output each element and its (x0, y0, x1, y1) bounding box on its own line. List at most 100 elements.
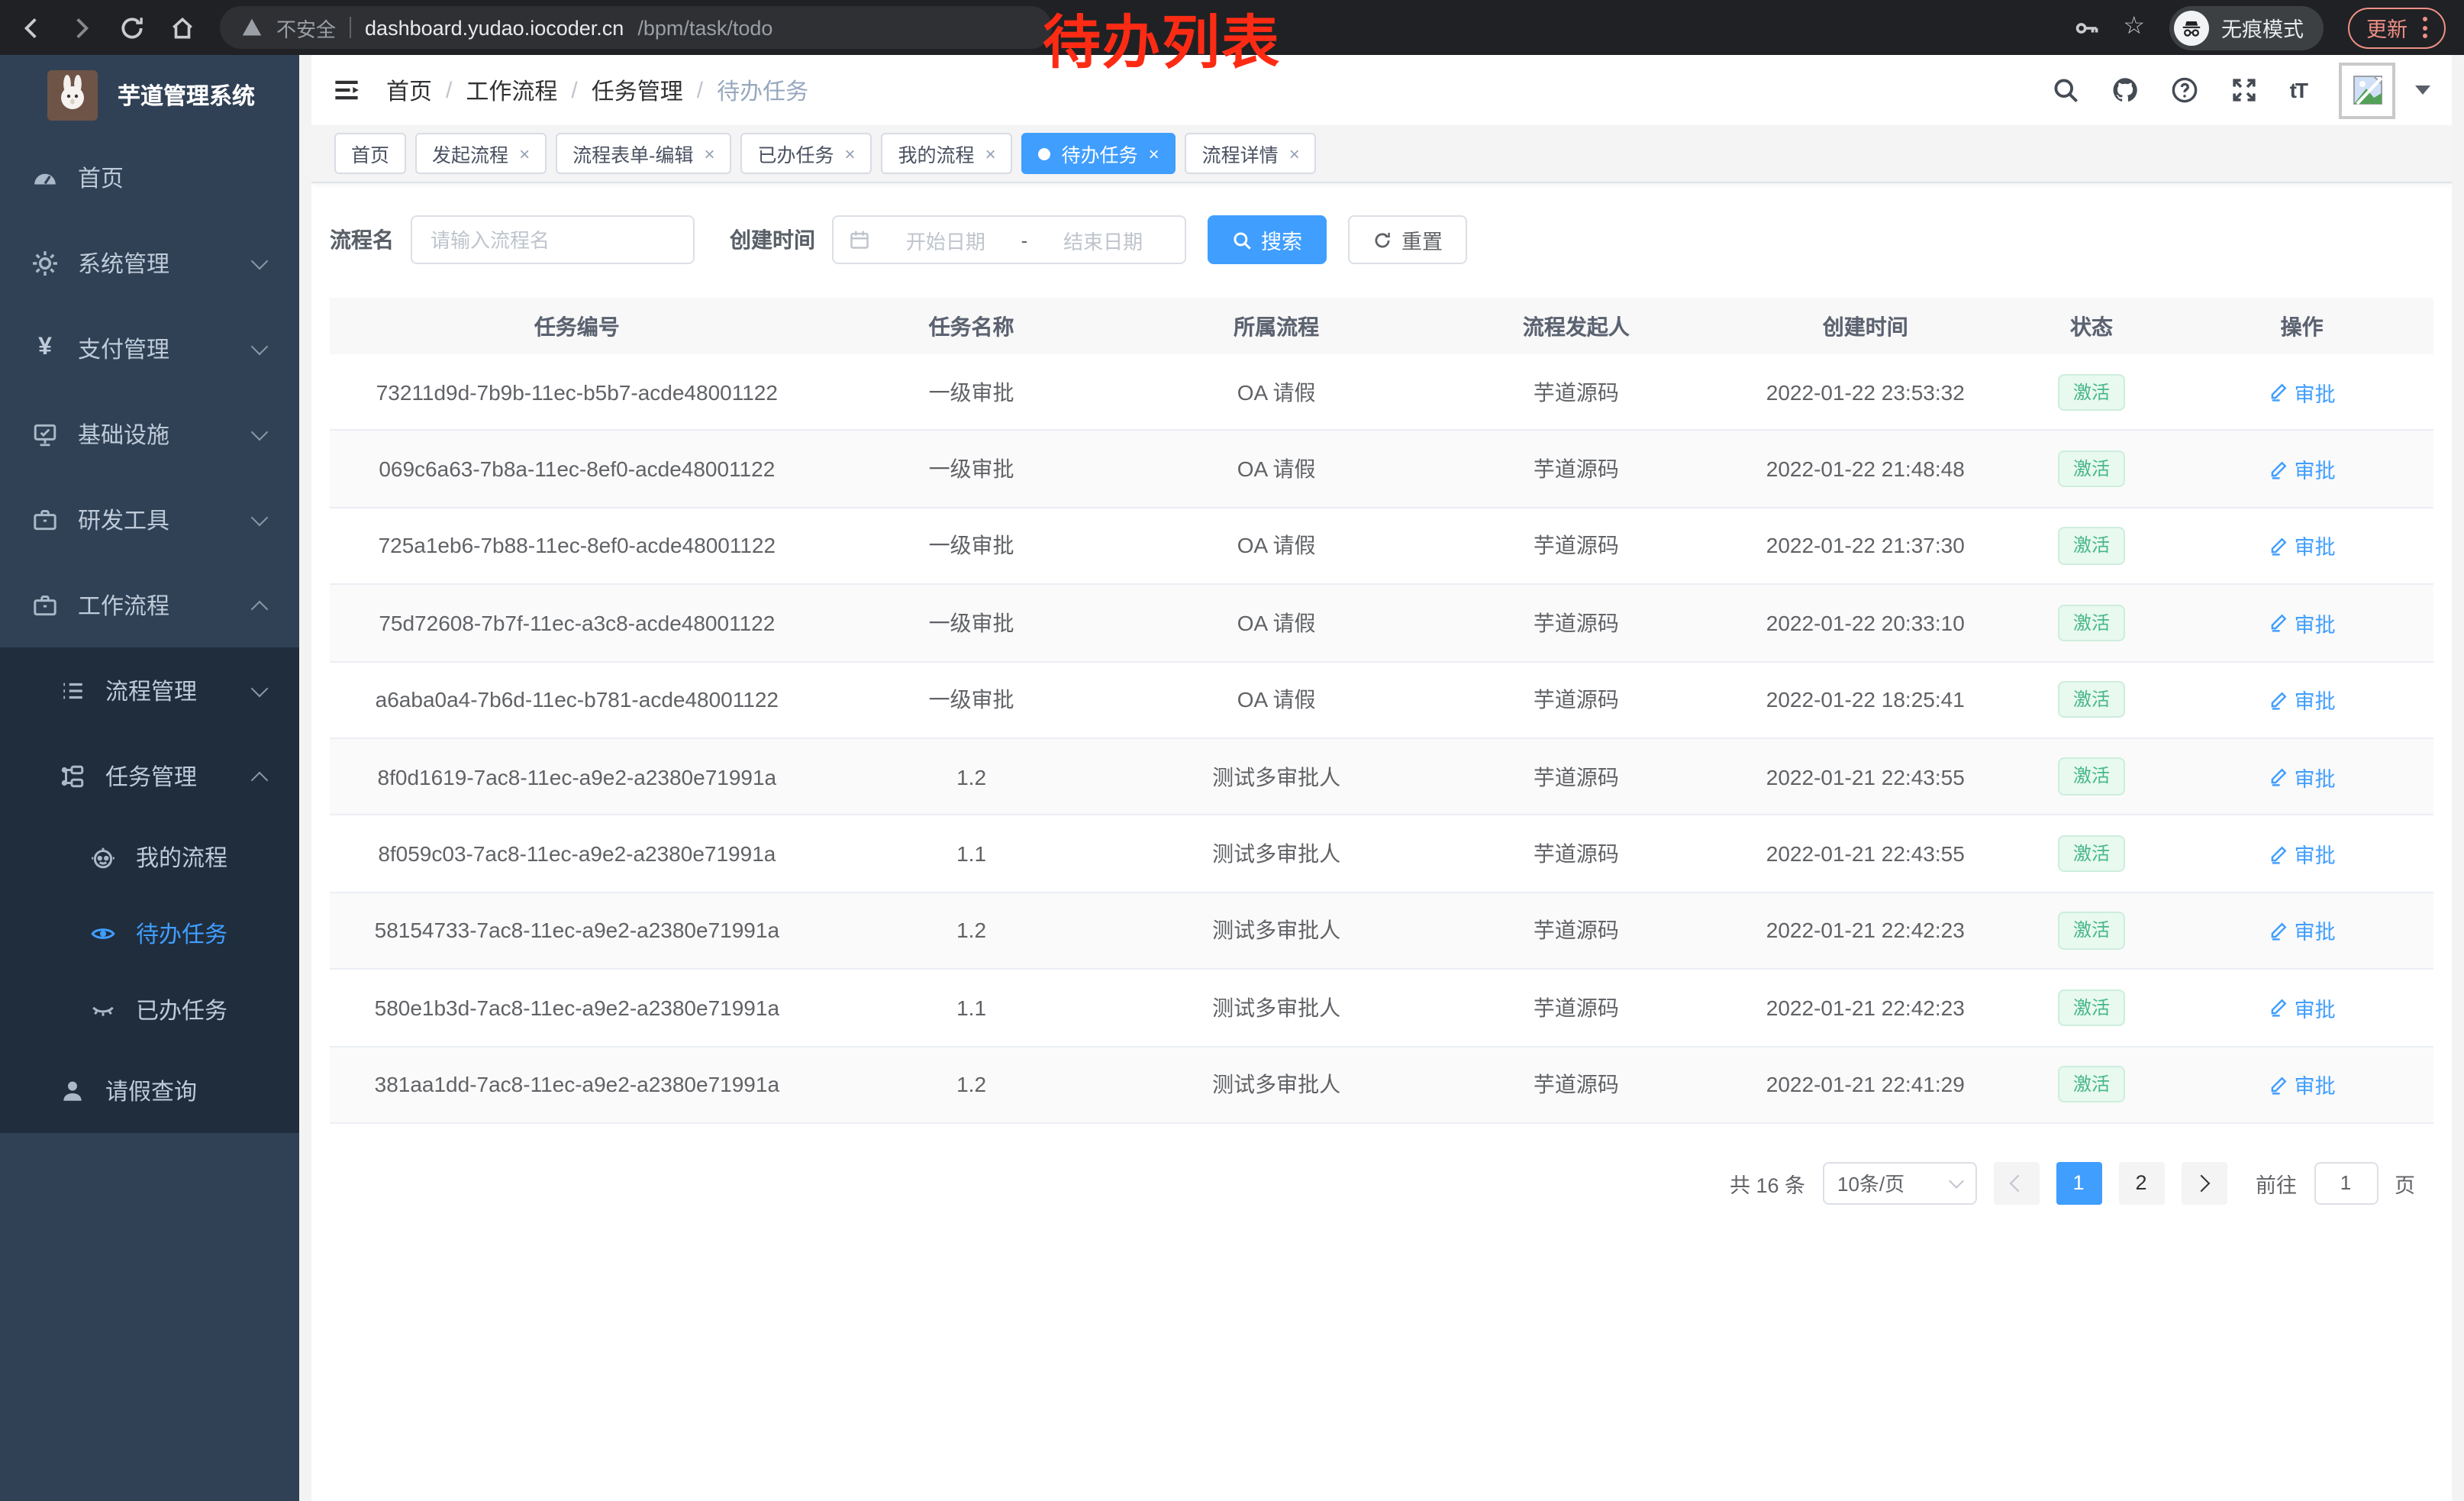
fullscreen-icon[interactable] (2230, 76, 2258, 104)
page-button-2[interactable]: 2 (2118, 1162, 2164, 1205)
tab-done-tasks[interactable]: 已办任务× (740, 133, 872, 174)
sidebar-item-devtools[interactable]: 研发工具 (0, 476, 299, 562)
page-unit-label: 页 (2395, 1168, 2415, 1199)
url-host[interactable]: dashboard.yudao.iocoder.cn (365, 16, 624, 39)
home-icon[interactable] (169, 15, 195, 40)
avatar-caret-icon[interactable] (2415, 86, 2430, 95)
tab-my-process[interactable]: 我的流程× (882, 133, 1013, 174)
approve-link[interactable]: 审批 (2269, 376, 2336, 407)
forward-icon[interactable] (69, 15, 95, 40)
sidebar-item-my-process[interactable]: 我的流程 (0, 818, 299, 895)
sidebar-item-home[interactable]: 首页 (0, 134, 299, 220)
tab-home[interactable]: 首页 (334, 133, 406, 174)
task-name: 一级审批 (824, 454, 1119, 484)
table-row: a6aba0a4-7b6d-11ec-b781-acde48001122 一级审… (330, 662, 2433, 739)
process-name: OA 请假 (1118, 376, 1434, 407)
task-id: 381aa1dd-7ac8-11ec-a9e2-a2380e71991a (330, 1072, 824, 1096)
tab-form-edit[interactable]: 流程表单-编辑× (556, 133, 731, 174)
help-icon[interactable] (2171, 76, 2198, 104)
sidebar-item-system[interactable]: 系统管理 (0, 220, 299, 305)
task-name: 1.1 (824, 996, 1119, 1020)
approve-link[interactable]: 审批 (2269, 454, 2336, 484)
reset-button[interactable]: 重置 (1348, 215, 1467, 264)
close-icon[interactable]: × (985, 144, 996, 163)
edit-icon (2269, 613, 2288, 633)
window-scrollbar[interactable] (2452, 55, 2464, 1501)
sidebar-item-workflow[interactable]: 工作流程 (0, 562, 299, 647)
sidebar-fold-icon[interactable] (333, 76, 360, 104)
security-label[interactable]: 不安全 (276, 13, 336, 42)
date-range-picker[interactable]: 开始日期 - 结束日期 (832, 215, 1186, 264)
close-icon[interactable]: × (704, 144, 714, 163)
initiator: 芋道源码 (1434, 838, 1718, 869)
tab-bar: 首页 发起流程× 流程表单-编辑× 已办任务× 我的流程× 待办任务× 流程详情… (311, 125, 2452, 183)
chevron-right-icon (2193, 1174, 2211, 1192)
created-at: 2022-01-22 23:53:32 (1718, 379, 2013, 404)
col-task-id: 任务编号 (330, 311, 824, 341)
sidebar-item-label: 系统管理 (78, 247, 169, 279)
sidebar-item-process-mgmt[interactable]: 流程管理 (0, 647, 299, 733)
page-size-select[interactable]: 10条/页 (1822, 1162, 1976, 1205)
breadcrumb-workflow[interactable]: 工作流程 (466, 74, 557, 106)
chrome-menu-icon[interactable] (2423, 17, 2427, 38)
github-icon[interactable] (2111, 76, 2139, 104)
avatar[interactable] (2339, 62, 2395, 118)
approve-link[interactable]: 审批 (2269, 761, 2336, 792)
sidebar-item-done-tasks[interactable]: 已办任务 (0, 971, 299, 1047)
process-name: OA 请假 (1118, 454, 1434, 484)
table-row: 725a1eb6-7b88-11ec-8ef0-acde48001122 一级审… (330, 508, 2433, 586)
close-icon[interactable]: × (1289, 144, 1300, 163)
address-bar[interactable]: 不安全 dashboard.yudao.iocoder.cn/bpm/task/… (220, 6, 1052, 49)
approve-link[interactable]: 审批 (2269, 993, 2336, 1023)
approve-label: 审批 (2295, 685, 2336, 715)
close-icon[interactable]: × (845, 144, 856, 163)
next-page-button[interactable] (2181, 1162, 2227, 1205)
process-name-input[interactable] (411, 215, 695, 264)
task-name: 1.2 (824, 918, 1119, 943)
page-button-1[interactable]: 1 (2056, 1162, 2101, 1205)
chevron-down-icon (251, 338, 269, 356)
tab-todo-tasks[interactable]: 待办任务× (1022, 133, 1176, 174)
task-name: 一级审批 (824, 531, 1119, 561)
close-icon[interactable]: × (519, 144, 530, 163)
sidebar-item-task-mgmt[interactable]: 任务管理 (0, 733, 299, 818)
back-icon[interactable] (18, 15, 44, 40)
task-id: 8f059c03-7ac8-11ec-a9e2-a2380e71991a (330, 841, 824, 866)
breadcrumb-home[interactable]: 首页 (386, 74, 432, 106)
approve-link[interactable]: 审批 (2269, 685, 2336, 715)
initiator: 芋道源码 (1434, 685, 1718, 715)
font-size-icon[interactable]: tT (2290, 78, 2307, 102)
app-logo-row[interactable]: 芋道管理系统 (0, 55, 299, 134)
password-key-icon[interactable] (2072, 15, 2098, 40)
reload-icon[interactable] (119, 15, 145, 40)
sidebar-item-payment[interactable]: ¥ 支付管理 (0, 305, 299, 391)
search-icon[interactable] (2052, 76, 2079, 104)
task-id: 58154733-7ac8-11ec-a9e2-a2380e71991a (330, 918, 824, 943)
process-name: 测试多审批人 (1118, 993, 1434, 1023)
sidebar-item-infrastructure[interactable]: 基础设施 (0, 391, 299, 476)
breadcrumb-task-mgmt[interactable]: 任务管理 (592, 74, 683, 106)
approve-link[interactable]: 审批 (2269, 608, 2336, 638)
tab-start-process[interactable]: 发起流程× (415, 133, 547, 174)
created-at: 2022-01-21 22:42:23 (1718, 996, 2013, 1020)
approve-link[interactable]: 审批 (2269, 838, 2336, 869)
breadcrumb-separator: / (571, 77, 577, 103)
approve-link[interactable]: 审批 (2269, 531, 2336, 561)
sidebar-item-leave-query[interactable]: 请假查询 (0, 1047, 299, 1133)
edit-icon (2269, 382, 2288, 402)
tab-process-detail[interactable]: 流程详情× (1185, 133, 1317, 174)
approve-link[interactable]: 审批 (2269, 915, 2336, 946)
goto-page-input[interactable] (2314, 1162, 2378, 1205)
sidebar-item-todo-tasks[interactable]: 待办任务 (0, 895, 299, 971)
prev-page-button[interactable] (1993, 1162, 2039, 1205)
approve-label: 审批 (2295, 1069, 2336, 1099)
update-button[interactable]: 更新 (2348, 7, 2446, 48)
sidebar-scrollbar[interactable] (299, 55, 311, 1501)
bookmark-star-icon[interactable]: ☆ (2123, 15, 2145, 40)
start-date-placeholder: 开始日期 (879, 225, 1012, 254)
search-button[interactable]: 搜索 (1208, 215, 1327, 264)
url-path[interactable]: /bpm/task/todo (637, 16, 772, 39)
close-icon[interactable]: × (1149, 144, 1159, 163)
update-label[interactable]: 更新 (2366, 12, 2408, 43)
approve-link[interactable]: 审批 (2269, 1069, 2336, 1099)
